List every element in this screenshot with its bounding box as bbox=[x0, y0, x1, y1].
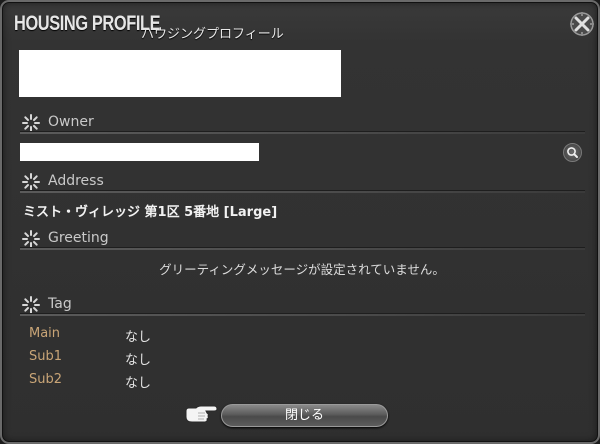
tag-label: Tag bbox=[48, 296, 72, 312]
greeting-label: Greeting bbox=[48, 230, 109, 246]
search-icon bbox=[567, 147, 578, 158]
house-name-redacted bbox=[19, 50, 341, 97]
owner-label: Owner bbox=[48, 114, 94, 130]
sparkle-icon bbox=[22, 296, 40, 314]
address-value: ミスト・ヴィレッジ 第1区 5番地 [Large] bbox=[23, 205, 278, 220]
tag-main-key: Main bbox=[29, 326, 61, 341]
section-divider bbox=[20, 247, 585, 250]
address-label: Address bbox=[48, 173, 104, 189]
sparkle-icon bbox=[22, 114, 40, 132]
address-section-header: Address bbox=[20, 171, 585, 193]
sparkle-icon bbox=[22, 230, 40, 248]
section-divider bbox=[20, 313, 585, 316]
tag-sub2-value: なし bbox=[125, 376, 152, 391]
owner-section-header: Owner bbox=[20, 112, 585, 134]
tag-main-value: なし bbox=[125, 330, 152, 345]
close-x-icon[interactable] bbox=[568, 10, 596, 38]
window-subtitle: ハウジングプロフィール bbox=[141, 27, 284, 42]
tag-section-header: Tag bbox=[20, 294, 585, 316]
section-divider bbox=[20, 190, 585, 193]
greeting-message: グリーティングメッセージが設定されていません。 bbox=[159, 262, 445, 277]
housing-profile-window: HOUSING PROFILE ハウジングプロフィール Owner Addres… bbox=[0, 0, 600, 444]
tag-sub2-key: Sub2 bbox=[29, 372, 63, 387]
owner-name-redacted bbox=[20, 143, 259, 161]
tag-sub1-key: Sub1 bbox=[29, 349, 63, 364]
tag-sub1-value: なし bbox=[125, 353, 152, 368]
search-owner-button[interactable] bbox=[563, 143, 582, 162]
pointing-hand-icon bbox=[185, 405, 218, 423]
section-divider bbox=[20, 131, 585, 134]
window-title: HOUSING PROFILE bbox=[14, 12, 161, 35]
close-button[interactable]: 閉じる bbox=[221, 404, 388, 427]
sparkle-icon bbox=[22, 173, 40, 191]
greeting-section-header: Greeting bbox=[20, 228, 585, 250]
